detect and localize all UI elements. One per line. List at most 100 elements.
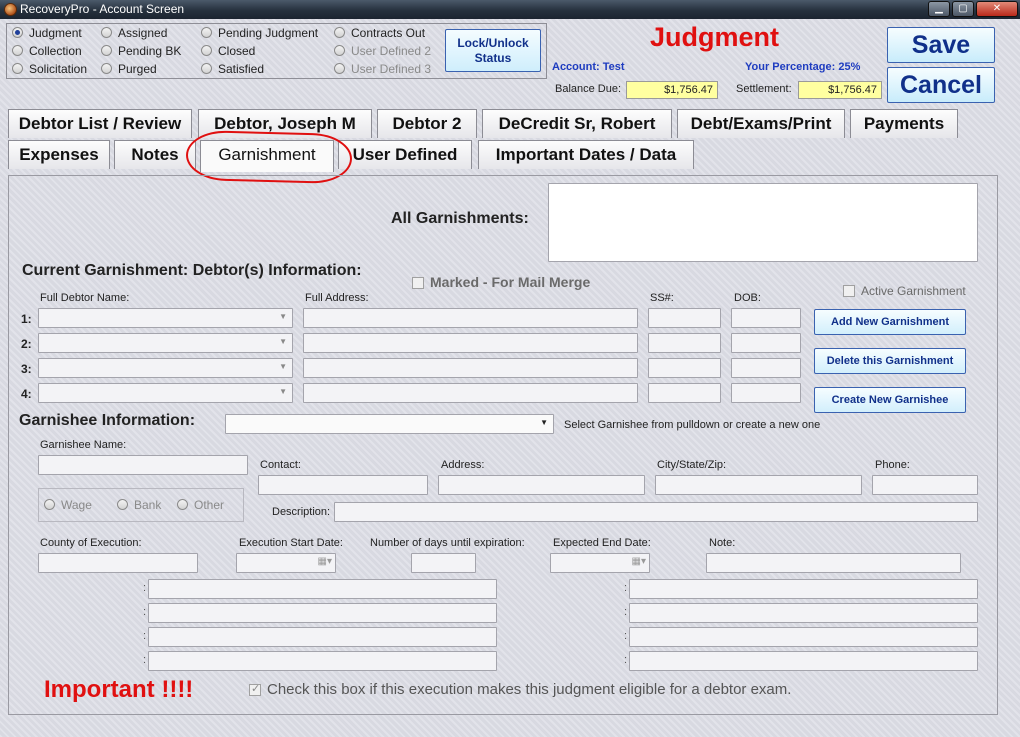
debtor-address-field[interactable] [303, 383, 638, 403]
address-label: Address: [441, 459, 485, 471]
debtor-ssn-field[interactable] [648, 308, 721, 328]
county-of-execution-label: County of Execution: [40, 537, 142, 549]
debtor-dob-field[interactable] [731, 333, 801, 353]
minimize-icon[interactable]: ▁ [928, 1, 950, 17]
debtor-name-select[interactable] [38, 333, 293, 353]
row-label: 1: [21, 312, 32, 326]
note-label: Note: [709, 537, 736, 549]
extra-field-left[interactable] [148, 627, 497, 647]
row-label: 2: [21, 337, 32, 351]
current-garnishment-label: Current Garnishment: Debtor(s) Informati… [22, 262, 362, 279]
radio-pending-judgment[interactable]: Pending Judgment [201, 26, 318, 40]
cancel-button[interactable]: Cancel [887, 67, 995, 103]
debtor-address-field[interactable] [303, 308, 638, 328]
radio-satisfied[interactable]: Satisfied [201, 62, 264, 76]
tab-debtor-2[interactable]: Debtor 2 [377, 109, 477, 138]
contact-field[interactable] [258, 475, 428, 495]
extra-field-left[interactable] [148, 579, 497, 599]
phone-label: Phone: [875, 459, 910, 471]
lock-unlock-status-button[interactable]: Lock/Unlock Status [445, 29, 541, 72]
tab-debtor-list-review[interactable]: Debtor List / Review [8, 109, 192, 138]
address-field[interactable] [438, 475, 645, 495]
tab-debt-exams-print[interactable]: Debt/Exams/Print [677, 109, 845, 138]
note-field[interactable] [706, 553, 961, 573]
radio-solicitation[interactable]: Solicitation [12, 62, 87, 76]
debtor-address-field[interactable] [303, 333, 638, 353]
full-debtor-name-label: Full Debtor Name: [40, 292, 130, 304]
radio-other[interactable]: Other [177, 498, 224, 512]
save-button[interactable]: Save [887, 27, 995, 63]
garnishee-information-label: Garnishee Information: [19, 412, 196, 429]
city-state-zip-label: City/State/Zip: [657, 459, 727, 471]
city-state-zip-field[interactable] [655, 475, 862, 495]
radio-judgment[interactable]: Judgment [12, 26, 82, 40]
debtor-exam-checkbox[interactable]: Check this box if this execution makes t… [249, 681, 791, 698]
garnishee-name-field[interactable] [38, 455, 248, 475]
county-of-execution-field[interactable] [38, 553, 198, 573]
tab-important-dates-data[interactable]: Important Dates / Data [478, 140, 694, 169]
debtor-ssn-field[interactable] [648, 333, 721, 353]
tab-payments[interactable]: Payments [850, 109, 958, 138]
settlement-label: Settlement: [736, 83, 792, 95]
radio-bank[interactable]: Bank [117, 498, 161, 512]
debtor-dob-field[interactable] [731, 358, 801, 378]
extra-field-left[interactable] [148, 651, 497, 671]
tab-notes[interactable]: Notes [114, 140, 196, 169]
debtor-name-select[interactable] [38, 308, 293, 328]
select-garnishee-hint: Select Garnishee from pulldown or create… [564, 419, 821, 431]
separator-colon: : [624, 630, 628, 642]
tab-decredit-robert[interactable]: DeCredit Sr, Robert [482, 109, 672, 138]
radio-user-defined-3: User Defined 3 [334, 62, 431, 76]
contact-label: Contact: [260, 459, 301, 471]
status-title: Judgment [650, 22, 780, 52]
close-icon[interactable]: ✕ [976, 1, 1018, 17]
debtor-address-field[interactable] [303, 358, 638, 378]
settlement-value[interactable]: $1,756.47 [798, 81, 882, 99]
delete-garnishment-button[interactable]: Delete this Garnishment [814, 348, 966, 374]
extra-field-right[interactable] [629, 627, 978, 647]
ssn-label: SS#: [650, 292, 674, 304]
radio-closed[interactable]: Closed [201, 44, 255, 58]
days-until-expiration-field[interactable] [411, 553, 476, 573]
radio-wage[interactable]: Wage [44, 498, 92, 512]
extra-field-right[interactable] [629, 579, 978, 599]
extra-field-right[interactable] [629, 651, 978, 671]
phone-field[interactable] [872, 475, 978, 495]
tab-expenses[interactable]: Expenses [8, 140, 110, 169]
description-field[interactable] [334, 502, 978, 522]
all-garnishments-list[interactable] [548, 183, 978, 262]
garnishee-name-label: Garnishee Name: [40, 439, 127, 451]
account-info: Account: Test [552, 61, 625, 73]
radio-contracts-out[interactable]: Contracts Out [334, 26, 425, 40]
radio-assigned[interactable]: Assigned [101, 26, 167, 40]
separator-colon: : [624, 606, 628, 618]
extra-field-right[interactable] [629, 603, 978, 623]
radio-user-defined-2: User Defined 2 [334, 44, 431, 58]
maximize-icon[interactable]: ▢ [952, 1, 974, 17]
balance-due-label: Balance Due: [555, 83, 622, 95]
garnishee-select[interactable] [225, 414, 554, 434]
active-garnishment-checkbox[interactable]: Active Garnishment [843, 284, 966, 298]
execution-start-date-label: Execution Start Date: [239, 537, 343, 549]
radio-collection[interactable]: Collection [12, 44, 82, 58]
add-new-garnishment-button[interactable]: Add New Garnishment [814, 309, 966, 335]
debtor-name-select[interactable] [38, 383, 293, 403]
debtor-name-select[interactable] [38, 358, 293, 378]
debtor-dob-field[interactable] [731, 308, 801, 328]
debtor-dob-field[interactable] [731, 383, 801, 403]
separator-colon: : [143, 606, 147, 618]
separator-colon: : [624, 654, 628, 666]
debtor-ssn-field[interactable] [648, 383, 721, 403]
marked-mail-merge-checkbox[interactable]: Marked - For Mail Merge [412, 274, 590, 290]
tab-user-defined[interactable]: User Defined [338, 140, 472, 169]
create-new-garnishee-button[interactable]: Create New Garnishee [814, 387, 966, 413]
execution-start-date-picker[interactable] [236, 553, 336, 573]
separator-colon: : [143, 582, 147, 594]
all-garnishments-label: All Garnishments: [391, 210, 529, 227]
expected-end-date-picker[interactable] [550, 553, 650, 573]
radio-pending-bk[interactable]: Pending BK [101, 44, 181, 58]
extra-field-left[interactable] [148, 603, 497, 623]
debtor-ssn-field[interactable] [648, 358, 721, 378]
radio-purged[interactable]: Purged [101, 62, 157, 76]
separator-colon: : [143, 630, 147, 642]
